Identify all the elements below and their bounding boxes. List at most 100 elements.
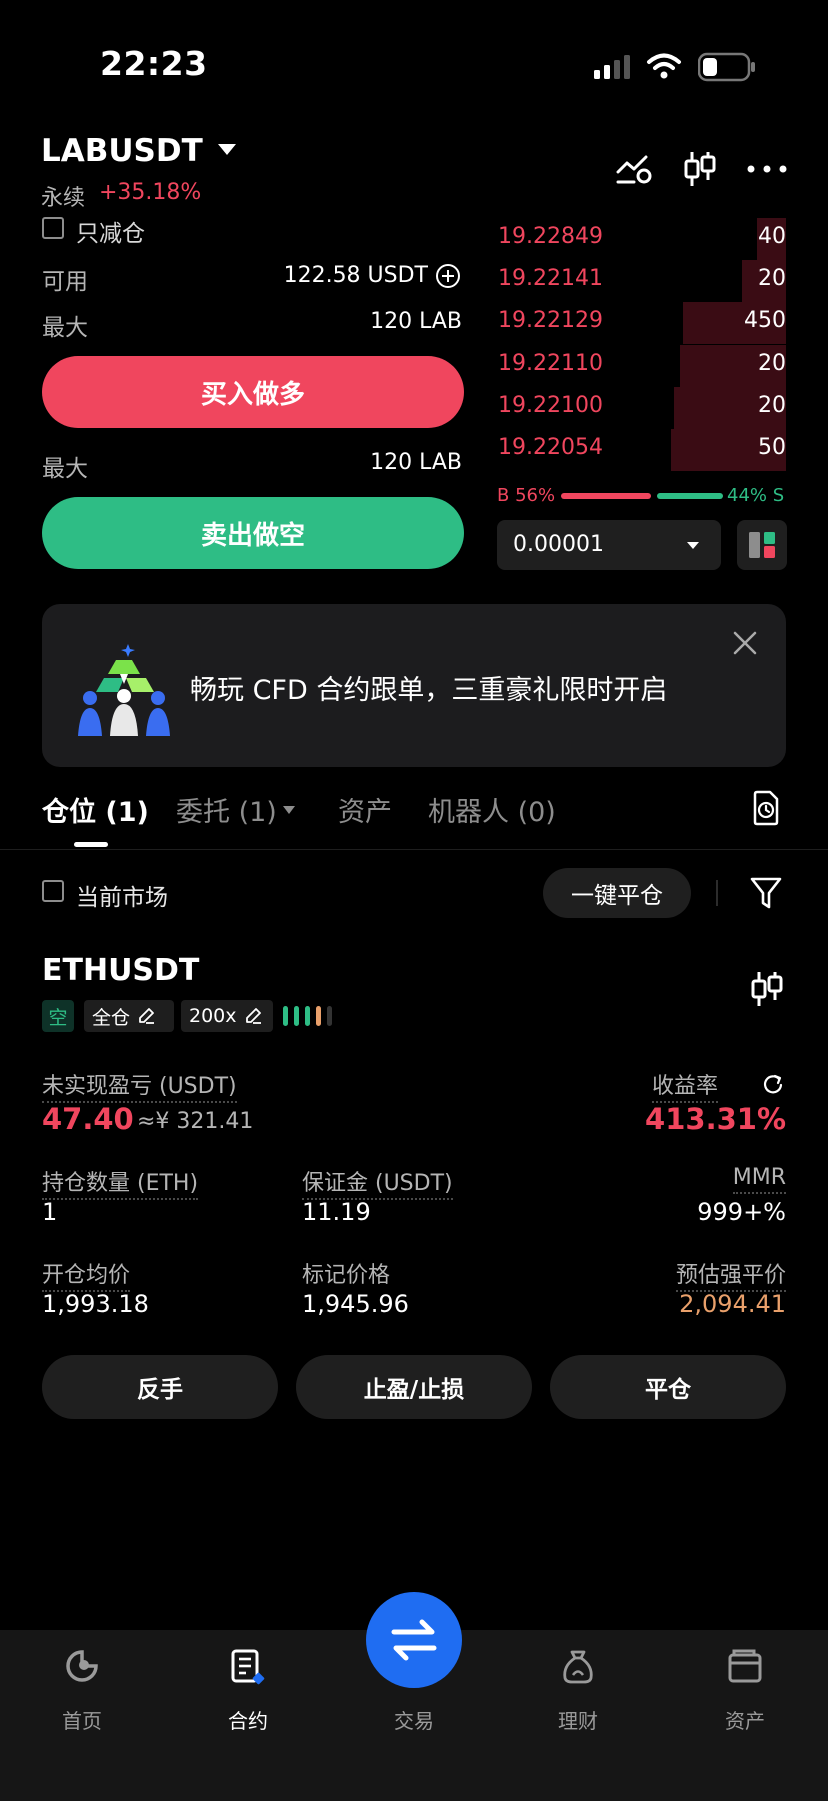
risk-bar-4: [316, 1006, 321, 1026]
battery-icon: [698, 52, 755, 82]
upnl-cny-value: ≈¥ 321.41: [137, 1109, 254, 1134]
risk-bar-5: [327, 1006, 332, 1026]
chevron-down-icon[interactable]: [218, 144, 236, 155]
upnl-value: 47.40: [42, 1102, 134, 1136]
promo-banner[interactable]: 畅玩 CFD 合约跟单，三重豪礼限时开启: [42, 604, 786, 767]
transfer-plus-icon[interactable]: [436, 264, 460, 288]
price-change: +35.18%: [99, 180, 202, 205]
current-market-checkbox[interactable]: [42, 880, 64, 902]
sell-short-button[interactable]: 卖出做空: [42, 497, 464, 569]
available-label: 可用: [42, 269, 88, 295]
tab-orders[interactable]: 委托 (1): [176, 790, 277, 829]
tab-bots[interactable]: 机器人 (0): [428, 790, 556, 829]
position-symbol[interactable]: ETHUSDT: [42, 953, 199, 988]
sell-ratio-bar: [657, 493, 723, 499]
edit-icon: [139, 1008, 155, 1024]
available-value: 122.58 USDT: [283, 263, 428, 288]
nav-home[interactable]: 首页: [32, 1705, 132, 1734]
wifi-icon: [647, 53, 681, 79]
futures-icon[interactable]: [230, 1648, 266, 1686]
roe-value: 413.31%: [645, 1102, 786, 1136]
edit-icon: [245, 1008, 261, 1024]
liq-price-value: 2,094.41: [679, 1290, 786, 1318]
nav-assets[interactable]: 资产: [695, 1705, 795, 1734]
mmr-label: MMR: [732, 1165, 786, 1194]
home-icon[interactable]: [64, 1648, 100, 1684]
ask-price: 19.22100: [498, 392, 603, 418]
nav-futures[interactable]: 合约: [198, 1705, 298, 1734]
ask-row[interactable]: 19.22849 40: [492, 218, 786, 260]
active-tab-indicator: [74, 842, 108, 847]
close-all-button[interactable]: 一键平仓: [543, 868, 691, 918]
leverage-badge[interactable]: 200x: [181, 1000, 273, 1032]
ask-row[interactable]: 19.22141 20: [492, 260, 786, 303]
book-layout-icon: [749, 532, 775, 558]
chevron-down-icon[interactable]: [283, 806, 295, 814]
precision-value: 0.00001: [513, 532, 604, 557]
buy-ratio-bar: [561, 493, 651, 499]
tab-positions[interactable]: 仓位 (1): [42, 790, 149, 829]
tab-assets[interactable]: 资产: [338, 790, 392, 829]
ask-row[interactable]: 19.22054 50: [492, 429, 786, 471]
precision-select[interactable]: 0.00001: [497, 520, 721, 570]
current-market-label: 当前市场: [76, 885, 168, 911]
ask-qty: 20: [758, 266, 786, 292]
promo-illustration-icon: [78, 644, 170, 736]
max-sell-value: 120 LAB: [370, 450, 462, 475]
sell-ratio: 44% S: [727, 485, 785, 506]
ask-row[interactable]: 19.22129 450: [492, 302, 786, 345]
history-icon[interactable]: [752, 790, 780, 826]
tabs-divider: [0, 849, 828, 850]
reverse-button[interactable]: 反手: [42, 1355, 278, 1419]
margin-mode-badge[interactable]: 全仓: [84, 1000, 174, 1032]
earn-icon[interactable]: [560, 1648, 596, 1686]
ask-qty: 50: [758, 435, 786, 460]
close-position-button[interactable]: 平仓: [550, 1355, 786, 1419]
wallet-icon[interactable]: [727, 1648, 763, 1684]
max-buy-label: 最大: [42, 315, 88, 341]
book-layout-button[interactable]: [737, 520, 787, 570]
risk-bar-2: [294, 1006, 299, 1026]
divider: [716, 880, 718, 906]
ask-qty: 20: [758, 392, 786, 418]
ask-row[interactable]: 19.22100 20: [492, 386, 786, 429]
candlestick-icon[interactable]: [750, 970, 784, 1008]
chart-settings-icon[interactable]: [616, 152, 654, 186]
buy-long-button[interactable]: 买入做多: [42, 356, 464, 428]
reduce-only-checkbox[interactable]: [42, 217, 64, 239]
ask-price: 19.22110: [498, 350, 603, 376]
signal-icon: [594, 55, 630, 79]
nav-trade[interactable]: 交易: [364, 1705, 464, 1734]
buy-ratio: B 56%: [497, 485, 556, 506]
promo-text: 畅玩 CFD 合约跟单，三重豪礼限时开启: [190, 675, 668, 706]
upnl-label: 未实现盈亏 (USDT): [42, 1074, 237, 1103]
tpsl-button[interactable]: 止盈/止损: [296, 1355, 532, 1419]
more-icon[interactable]: [746, 162, 788, 176]
trade-button[interactable]: [366, 1592, 462, 1688]
candlestick-icon[interactable]: [683, 150, 717, 188]
liq-price-label: 预估强平价: [675, 1263, 786, 1292]
ask-qty: 20: [758, 350, 786, 376]
nav-earn[interactable]: 理财: [528, 1705, 628, 1734]
filter-icon[interactable]: [750, 876, 782, 910]
ask-row[interactable]: 19.22110 20: [492, 344, 786, 387]
side-badge: 空: [42, 1000, 74, 1032]
mark-price-value: 1,945.96: [302, 1290, 409, 1318]
ask-price: 19.22129: [498, 308, 603, 334]
risk-bar-1: [283, 1006, 288, 1026]
margin-mode-label: 全仓: [92, 1006, 131, 1029]
close-icon[interactable]: [732, 630, 758, 656]
risk-bar-3: [305, 1006, 310, 1026]
mmr-value: 999+%: [697, 1198, 786, 1226]
size-label: 持仓数量 (ETH): [42, 1171, 199, 1200]
ask-price: 19.22849: [498, 224, 603, 249]
ask-price: 19.22054: [498, 435, 603, 460]
contract-type-label: 永续: [41, 186, 86, 211]
reduce-only-label: 只减仓: [76, 221, 145, 247]
pair-title[interactable]: LABUSDT: [41, 133, 203, 169]
entry-price-value: 1,993.18: [42, 1290, 149, 1318]
swap-icon: [391, 1619, 437, 1661]
ask-qty: 450: [744, 308, 786, 334]
refresh-icon[interactable]: [762, 1073, 784, 1095]
ask-price: 19.22141: [498, 266, 603, 292]
